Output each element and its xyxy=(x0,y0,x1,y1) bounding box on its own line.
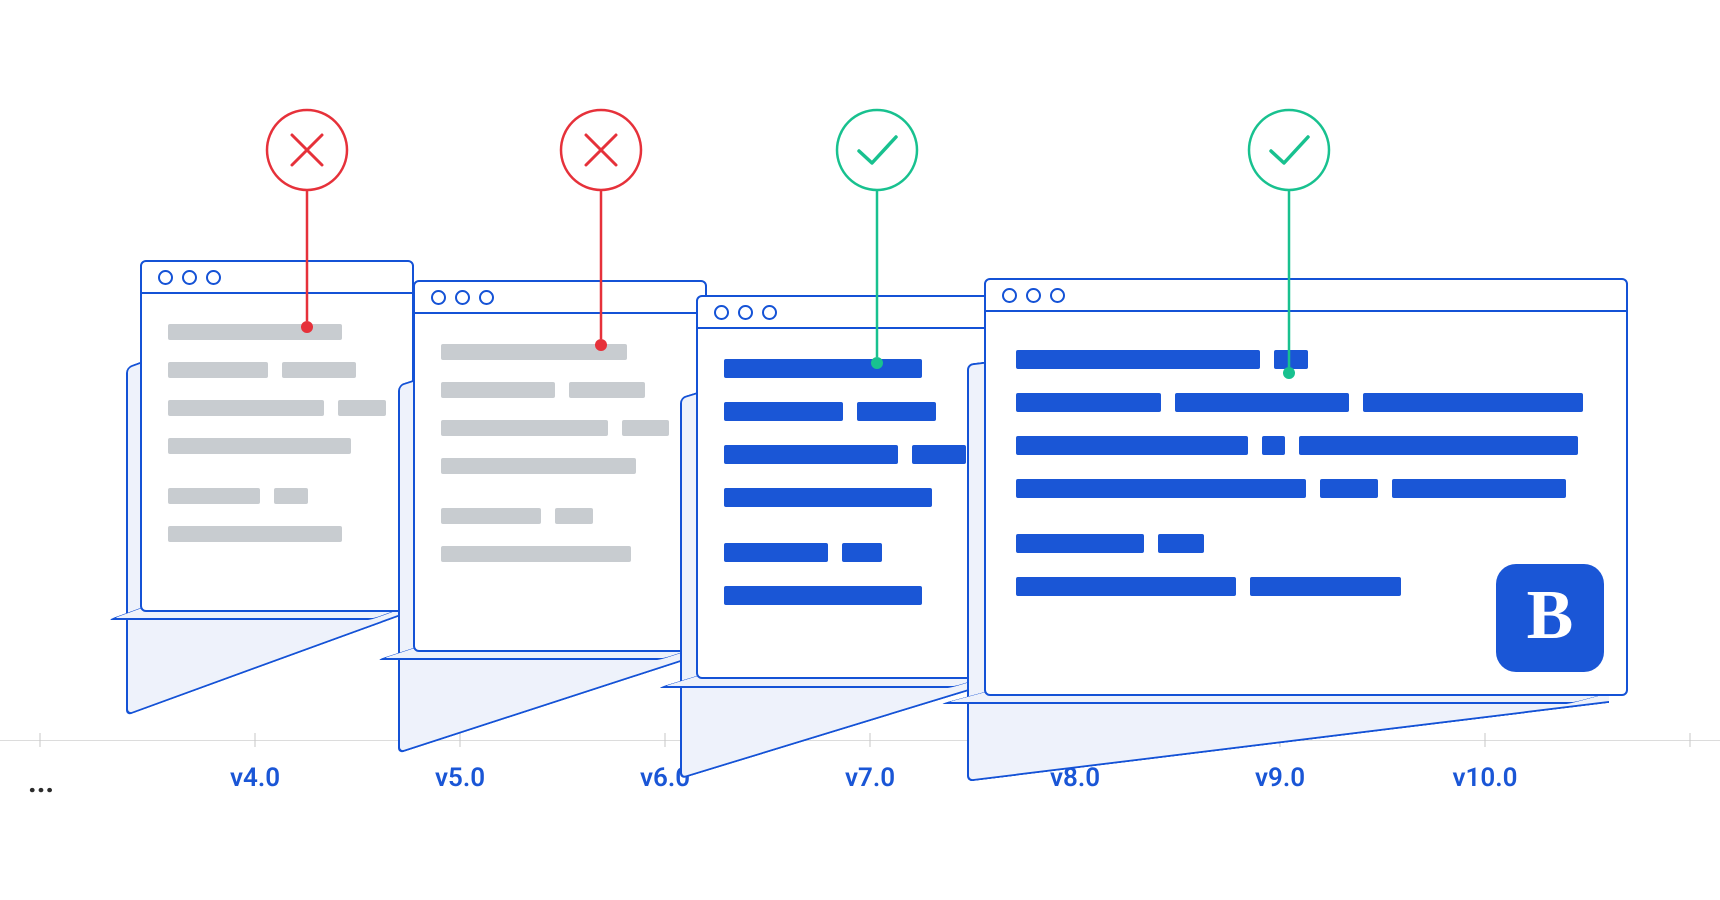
window-control-icon xyxy=(479,290,494,305)
check-icon xyxy=(832,105,922,373)
window-content xyxy=(441,344,679,630)
window-control-icon xyxy=(158,270,173,285)
bootstrap-badge: B xyxy=(1496,564,1604,672)
check-icon xyxy=(1244,105,1334,385)
status-success-marker xyxy=(832,105,922,373)
timeline-ellipsis: ... xyxy=(28,765,54,800)
window-control-icon xyxy=(714,305,729,320)
window-control-icon xyxy=(1002,288,1017,303)
cross-icon xyxy=(556,105,646,355)
window-control-icon xyxy=(762,305,777,320)
timeline-label: v10.0 xyxy=(1453,763,1518,793)
window-control-icon xyxy=(738,305,753,320)
timeline-label: v4.0 xyxy=(230,763,280,793)
status-success-marker xyxy=(1244,105,1334,385)
window-content xyxy=(168,324,386,590)
timeline-label: v9.0 xyxy=(1255,763,1305,793)
status-fail-marker xyxy=(556,105,646,355)
timeline-label: v5.0 xyxy=(435,763,485,793)
window-control-icon xyxy=(455,290,470,305)
timeline-ticks: ... v4.0 v5.0 v6.0 v7.0 v8.0 v9.0 v10.0 xyxy=(0,733,1720,763)
window-control-icon xyxy=(431,290,446,305)
version-support-diagram: ... v4.0 v5.0 v6.0 v7.0 v8.0 v9.0 v10.0 xyxy=(0,0,1720,900)
window-content xyxy=(724,359,972,657)
cross-icon xyxy=(262,105,352,335)
window-control-icon xyxy=(1026,288,1041,303)
status-fail-marker xyxy=(262,105,352,335)
badge-letter: B xyxy=(1527,576,1574,656)
window-control-icon xyxy=(1050,288,1065,303)
window-control-icon xyxy=(206,270,221,285)
window-control-icon xyxy=(182,270,197,285)
timeline-label: v7.0 xyxy=(845,763,895,793)
